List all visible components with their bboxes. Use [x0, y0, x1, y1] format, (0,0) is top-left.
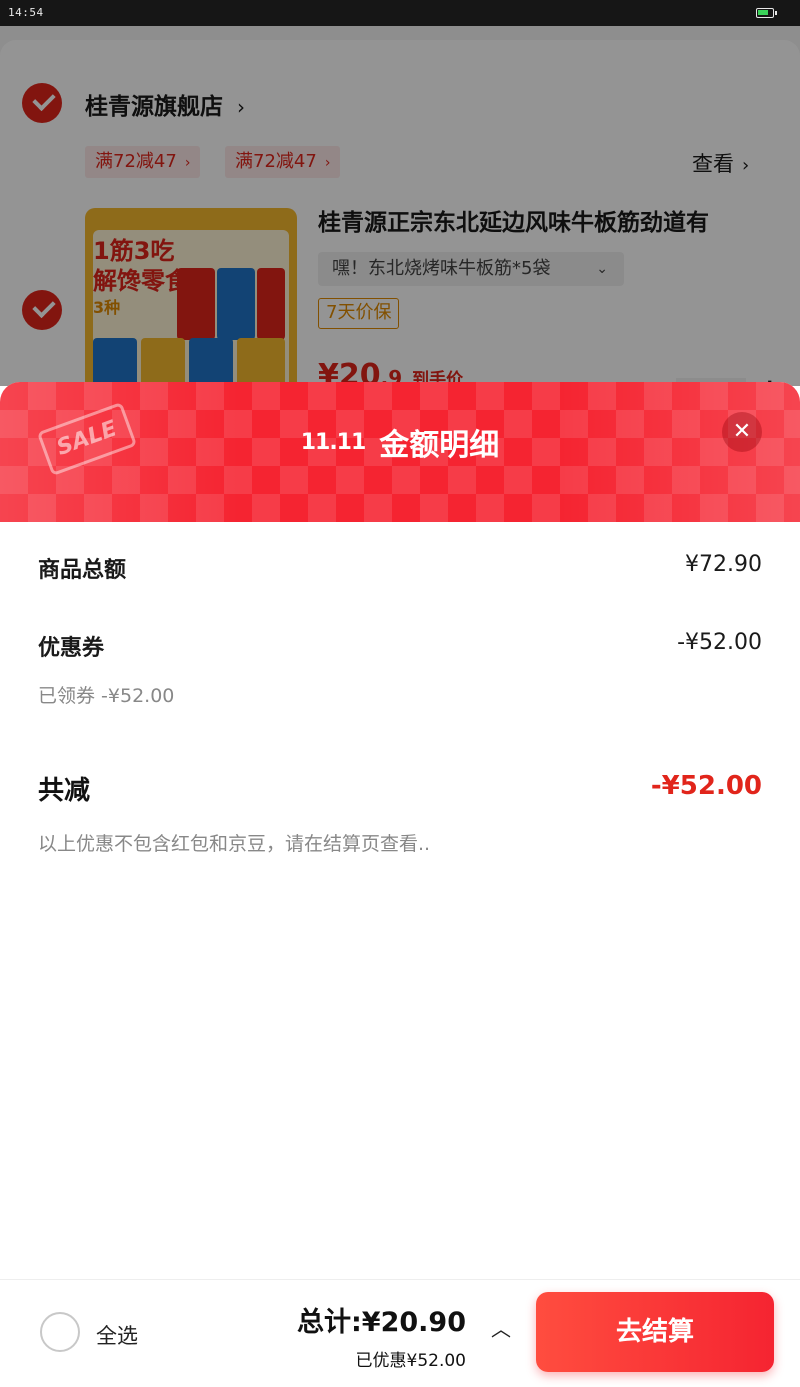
select-all-label[interactable]: 全选: [96, 1320, 138, 1350]
goods-total-label: 商品总额: [38, 558, 127, 583]
amount-detail-sheet: SALE 11.11 金额明细 ✕ 商品总额 ¥72.90 优惠券 -¥52.00…: [0, 382, 800, 1279]
battery-icon: [756, 8, 777, 18]
coupon-claimed-note: 已领券 -¥52.00: [38, 685, 175, 707]
checkout-button[interactable]: 去结算: [536, 1292, 774, 1372]
coupon-label: 优惠券: [38, 636, 105, 661]
total-discount-label: 共减: [38, 776, 91, 806]
select-all-checkbox[interactable]: [40, 1312, 80, 1352]
status-bar: 14:54: [0, 0, 800, 26]
discount-footnote: 以上优惠不包含红包和京豆，请在结算页查看..: [38, 833, 431, 855]
order-saved: 已优惠¥52.00: [355, 1351, 466, 1371]
total-discount-value: -¥52.00: [650, 771, 762, 801]
modal-header: SALE 11.11 金额明细 ✕: [0, 382, 800, 522]
double-eleven-logo: 11.11: [300, 429, 367, 455]
modal-title-wrap: 11.11 金额明细: [0, 420, 800, 464]
modal-title: 金额明细: [379, 428, 500, 463]
modal-backdrop[interactable]: [0, 26, 800, 386]
goods-total-value: ¥72.90: [685, 552, 762, 577]
status-time: 14:54: [8, 6, 44, 19]
close-button[interactable]: ✕: [722, 412, 762, 452]
checkout-bar: 全选 总计:¥20.90 已优惠¥52.00 ︿ 去结算: [0, 1279, 800, 1387]
close-icon: ✕: [732, 419, 752, 444]
chevron-up-icon[interactable]: ︿: [486, 1314, 516, 1344]
coupon-value: -¥52.00: [677, 630, 762, 655]
order-total: 总计:¥20.90: [297, 1307, 466, 1338]
